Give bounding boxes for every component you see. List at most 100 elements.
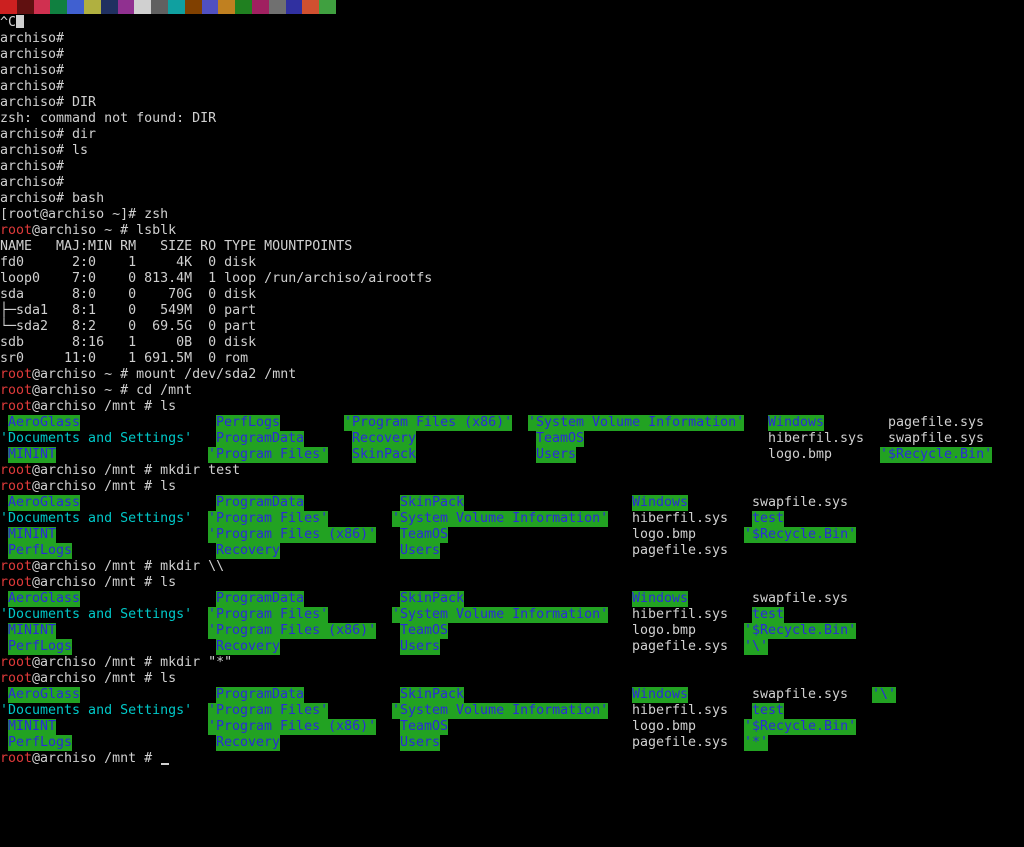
ls-row: 'Documents and Settings' ProgramData Rec… [0, 431, 1024, 447]
lsblk-row: sda 8:0 0 70G 0 disk [0, 287, 257, 302]
ls-entry-dir: PerfLogs [8, 639, 73, 655]
ls-entry-dir: test [752, 607, 785, 623]
ls-entry-dir: 'Program Files (x86)' [344, 415, 513, 431]
terminal-line: archiso# [0, 31, 65, 46]
ls-entry-file: hiberfil.sys [768, 431, 865, 446]
ls-row: 'Documents and Settings' 'Program Files'… [0, 511, 1024, 527]
ls-entry-link: 'Documents and Settings' [0, 703, 193, 718]
terminal-screen[interactable]: ^C archiso# archiso# archiso# archiso# a… [0, 15, 1024, 767]
ls-entry-dir: Users [400, 639, 441, 655]
prompt-host: @archiso [32, 383, 105, 398]
ls-entry-file: pagefile.sys [632, 543, 729, 558]
color-swatch [0, 0, 17, 14]
color-swatch [83, 0, 101, 14]
ls-row: PerfLogs Recovery Users pagefile.sys [0, 543, 1024, 559]
ls-row: AeroGlass ProgramData SkinPack Windows s… [0, 495, 1024, 511]
terminal-line: archiso# [0, 159, 65, 174]
terminal-line: root@archiso /mnt # mkdir test [0, 463, 241, 478]
ls-entry-file: hiberfil.sys [632, 511, 729, 526]
color-swatch [302, 0, 320, 14]
prompt-user: root [0, 463, 33, 478]
ls-entry-dir: Recovery [352, 431, 417, 447]
ls-entry-dir: Windows [632, 591, 689, 607]
terminal-line: ^C [0, 15, 1024, 31]
ls-entry-dir: '$Recycle.Bin' [880, 447, 993, 463]
color-test-strip [0, 0, 336, 14]
terminal-line: root@archiso /mnt # mkdir \\ [0, 559, 225, 574]
ls-row: AeroGlass PerfLogs 'Program Files (x86)'… [0, 415, 1024, 431]
ls-entry-dir: '$Recycle.Bin' [744, 623, 857, 639]
color-swatch [167, 0, 185, 14]
ls-entry-file: hiberfil.sys [632, 607, 729, 622]
ls-entry-dir: 'Program Files' [208, 607, 329, 623]
ls-entry-dir: Windows [632, 687, 689, 703]
prompt-host: @archiso [32, 671, 105, 686]
terminal-line: root@archiso /mnt # ls [0, 671, 177, 686]
ls-entry-link: 'Documents and Settings' [0, 431, 193, 446]
ls-entry-dir: ProgramData [216, 687, 305, 703]
terminal-line: root@archiso ~ # lsblk [0, 223, 177, 238]
prompt-user: root [0, 367, 33, 382]
ls-entry-file: swapfile.sys [752, 687, 849, 702]
color-swatch [285, 0, 303, 14]
lsblk-row: fd0 2:0 1 4K 0 disk [0, 255, 257, 270]
ls-entry-file: swapfile.sys [888, 431, 985, 446]
ls-row: PerfLogs Recovery Users pagefile.sys '\' [0, 639, 1024, 655]
ls-entry-dir: Windows [632, 495, 689, 511]
ls-entry-dir: '\' [872, 687, 897, 703]
lsblk-row: sdb 8:16 1 0B 0 disk [0, 335, 257, 350]
ls-entry-dir: Windows [768, 415, 825, 431]
prompt-user: root [0, 671, 33, 686]
ls-entry-dir: 'System Volume Information' [392, 607, 609, 623]
ls-entry-link: 'Documents and Settings' [0, 511, 193, 526]
prompt-user: root [0, 479, 33, 494]
ls-entry-dir: MININT [8, 527, 57, 543]
terminal-line: zsh: command not found: DIR [0, 111, 217, 126]
terminal-line: root@archiso /mnt # ls [0, 399, 177, 414]
ls-row: MININT 'Program Files (x86)' TeamOS logo… [0, 719, 1024, 735]
ls-entry-dir: test [752, 703, 785, 719]
ls-entry-dir: 'Program Files' [208, 447, 329, 463]
ls-row: PerfLogs Recovery Users pagefile.sys '*' [0, 735, 1024, 751]
color-swatch [117, 0, 135, 14]
ls-row: MININT 'Program Files (x86)' TeamOS logo… [0, 623, 1024, 639]
ls-entry-dir: ProgramData [216, 591, 305, 607]
ls-entry-dir: 'Program Files (x86)' [208, 719, 377, 735]
terminal-line: archiso# [0, 47, 65, 62]
terminal-line: [root@archiso ~]# zsh [0, 207, 169, 222]
ls-row: 'Documents and Settings' 'Program Files'… [0, 703, 1024, 719]
terminal-line: root@archiso ~ # cd /mnt [0, 383, 193, 398]
terminal-line: archiso# [0, 79, 65, 94]
terminal-line[interactable]: root@archiso /mnt # [0, 751, 1024, 767]
prompt-user: root [0, 575, 33, 590]
ls-entry-file: swapfile.sys [752, 591, 849, 606]
ls-entry-dir: Recovery [216, 639, 281, 655]
color-swatch [33, 0, 51, 14]
color-swatch [100, 0, 118, 14]
prompt-host: @archiso [32, 559, 105, 574]
prompt-user: root [0, 751, 33, 766]
prompt-host: @archiso [32, 223, 105, 238]
color-swatch [235, 0, 252, 14]
ls-entry-dir: MININT [8, 447, 57, 463]
ls-entry-dir: PerfLogs [216, 415, 281, 431]
ls-entry-dir: MININT [8, 623, 57, 639]
terminal-line: archiso# DIR [0, 95, 97, 110]
ls-entry-dir: '$Recycle.Bin' [744, 527, 857, 543]
terminal-line: root@archiso /mnt # ls [0, 575, 177, 590]
terminal-line: archiso# dir [0, 127, 97, 142]
color-swatch [67, 0, 84, 14]
ls-entry-file: swapfile.sys [752, 495, 849, 510]
ls-entry-file: pagefile.sys [888, 415, 985, 430]
terminal-line: archiso# bash [0, 191, 105, 206]
ls-entry-dir: AeroGlass [8, 415, 81, 431]
ls-entry-dir: 'System Volume Information' [392, 511, 609, 527]
terminal-line: root@archiso ~ # mount /dev/sda2 /mnt [0, 367, 297, 382]
color-swatch [251, 0, 269, 14]
ls-entry-dir: '*' [744, 735, 769, 751]
ls-entry-dir: SkinPack [400, 687, 465, 703]
text-cursor [161, 763, 170, 765]
ls-entry-dir: Users [400, 543, 441, 559]
prompt-user: root [0, 655, 33, 670]
ls-entry-dir: MININT [8, 719, 57, 735]
